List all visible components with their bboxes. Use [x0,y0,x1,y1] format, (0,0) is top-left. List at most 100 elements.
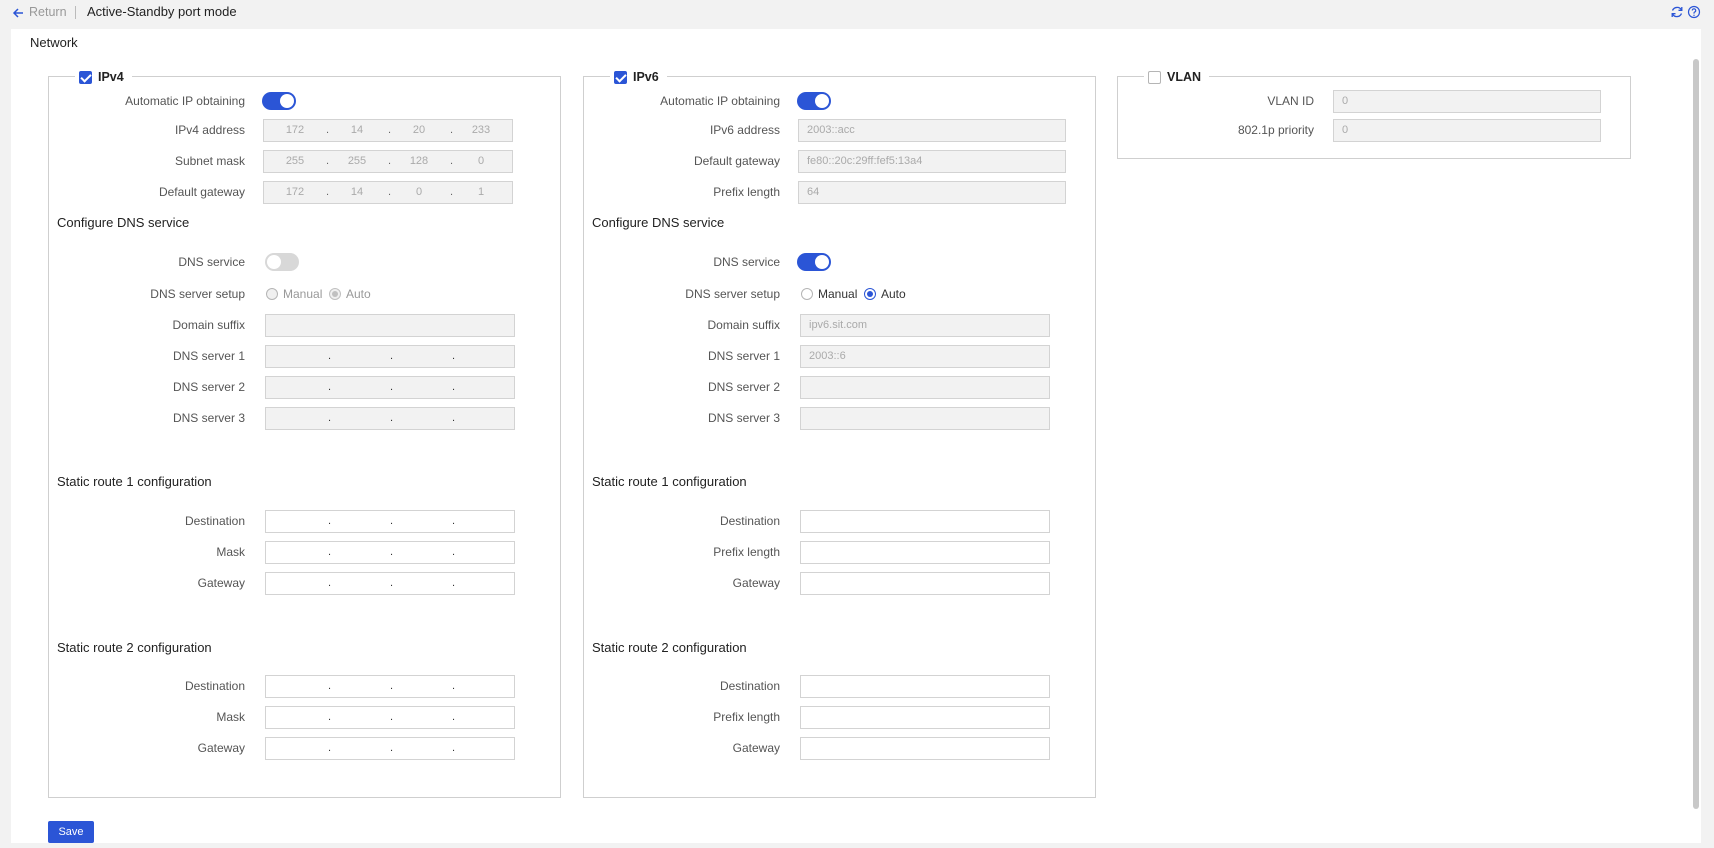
refresh-icon[interactable] [1670,5,1684,19]
ipv6-auto-ip-label: Automatic IP obtaining [660,94,780,108]
ipv6-dns-auto-radio[interactable]: Auto [864,283,906,305]
ipv4-dns1-input[interactable]: ... [265,345,515,368]
ipv4-route2-title: Static route 2 configuration [57,640,212,655]
ipv6-route1-gw-label: Gateway [732,576,780,590]
ipv6-route2-prefix-label: Prefix length [713,710,780,724]
ipv4-address-input[interactable]: 172. 14. 20. 233 [263,119,513,142]
ipv4-route2-mask-label: Mask [216,710,245,724]
ipv4-gateway-input[interactable]: 172. 14. 0. 1 [263,181,513,204]
ipv4-domain-suffix-input[interactable] [265,314,515,337]
vlan-priority-input[interactable]: 0 [1333,119,1601,142]
ipv6-gateway-label: Default gateway [693,154,780,168]
ipv4-auto-ip-toggle[interactable] [262,92,296,110]
ipv6-route2-gw-input[interactable] [800,737,1050,760]
vlan-id-input[interactable]: 0 [1333,90,1601,113]
ipv4-dns-service-label: DNS service [178,255,245,269]
ipv4-route2-mask-input[interactable]: ... [265,706,515,729]
ipv6-dns-service-label: DNS service [713,255,780,269]
ipv6-prefix-label: Prefix length [713,185,780,199]
ipv4-route1-title: Static route 1 configuration [57,474,212,489]
ipv4-checkbox[interactable] [79,70,92,84]
ipv6-dns-setup-label: DNS server setup [685,287,780,301]
ipv4-dns-section-title: Configure DNS service [57,215,190,230]
ipv4-dns-setup-label: DNS server setup [150,287,245,301]
ipv4-dns1-label: DNS server 1 [172,349,245,363]
ipv6-address-label: IPv6 address [709,123,780,137]
ipv6-route2-dest-input[interactable] [800,675,1050,698]
ipv6-route1-dest-input[interactable] [800,510,1050,533]
subnet-mask-label: Subnet mask [174,154,245,168]
ipv6-dns-service-toggle[interactable] [797,253,831,271]
save-button[interactable]: Save [48,821,94,843]
return-link[interactable]: Return [29,5,67,19]
vlan-id-label: VLAN ID [1267,94,1314,108]
ipv4-route2-dest-input[interactable]: ... [265,675,515,698]
ipv4-legend: IPv4 [75,68,132,86]
ipv6-dns3-label: DNS server 3 [707,411,780,425]
ipv4-route1-mask-label: Mask [216,545,245,559]
ipv6-route1-gw-input[interactable] [800,572,1050,595]
ipv4-fieldset: IPv4 Automatic IP obtaining IPv4 address… [48,68,561,798]
ipv4-route2-dest-label: Destination [184,679,245,693]
ipv4-dns2-label: DNS server 2 [172,380,245,394]
arrow-left-icon[interactable] [11,6,25,20]
ipv4-address-label: IPv4 address [174,123,245,137]
ipv6-route2-gw-label: Gateway [732,741,780,755]
vlan-legend: VLAN [1144,68,1210,86]
ipv6-dns-section-title: Configure DNS service [592,215,725,230]
ipv4-dns3-input[interactable]: ... [265,407,515,430]
ipv6-route1-title: Static route 1 configuration [592,474,747,489]
ipv4-route1-dest-label: Destination [184,514,245,528]
vlan-checkbox[interactable] [1148,70,1161,84]
ipv6-auto-ip-toggle[interactable] [797,92,831,110]
subnet-mask-input[interactable]: 255. 255. 128. 0 [263,150,513,173]
vlan-legend-label: VLAN [1167,70,1202,84]
ipv4-gateway-label: Default gateway [158,185,245,199]
ipv6-legend: IPv6 [610,68,667,86]
ipv4-dns-manual-radio[interactable]: Manual [266,283,322,305]
ipv6-dns3-input[interactable] [800,407,1050,430]
ipv6-address-input[interactable]: 2003::acc [798,119,1066,142]
vlan-priority-label: 802.1p priority [1237,123,1314,137]
ipv4-legend-label: IPv4 [98,70,124,84]
scrollbar-thumb[interactable] [1693,59,1699,809]
ipv6-prefix-input[interactable]: 64 [798,181,1066,204]
ipv6-fieldset: IPv6 Automatic IP obtaining IPv6 address… [583,68,1096,798]
divider [75,6,76,19]
main-panel: Network IPv4 Automatic IP obtaining IPv4… [11,29,1701,843]
ipv6-dns2-input[interactable] [800,376,1050,399]
ipv6-dns1-label: DNS server 1 [707,349,780,363]
ipv4-dns-auto-radio[interactable]: Auto [329,283,371,305]
vlan-fieldset: VLAN VLAN ID 0 802.1p priority 0 [1117,68,1631,159]
ipv4-dns2-input[interactable]: ... [265,376,515,399]
vertical-scrollbar[interactable] [1691,29,1701,843]
ipv6-gateway-input[interactable]: fe80::20c:29ff:fef5:13a4 [798,150,1066,173]
help-icon[interactable] [1687,5,1701,19]
ipv6-domain-suffix-label: Domain suffix [707,318,780,332]
ipv4-route1-dest-input[interactable]: ... [265,510,515,533]
ipv6-checkbox[interactable] [614,70,627,84]
top-bar: Return Active-Standby port mode [0,0,1714,26]
ipv6-route2-prefix-input[interactable] [800,706,1050,729]
ipv6-dns2-label: DNS server 2 [707,380,780,394]
ipv6-route2-dest-label: Destination [719,679,780,693]
ipv6-dns-manual-radio[interactable]: Manual [801,283,857,305]
ipv4-route2-gw-input[interactable]: ... [265,737,515,760]
ipv4-route1-gw-label: Gateway [197,576,245,590]
network-heading: Network [30,35,78,50]
ipv6-route1-prefix-label: Prefix length [713,545,780,559]
ipv4-dns3-label: DNS server 3 [172,411,245,425]
ipv6-legend-label: IPv6 [633,70,659,84]
auto-ip-label: Automatic IP obtaining [125,94,245,108]
ipv4-route1-gw-input[interactable]: ... [265,572,515,595]
ipv4-dns-service-toggle[interactable] [265,253,299,271]
page-title: Active-Standby port mode [87,4,237,19]
ipv4-domain-suffix-label: Domain suffix [172,318,245,332]
ipv4-route2-gw-label: Gateway [197,741,245,755]
ipv6-route1-prefix-input[interactable] [800,541,1050,564]
ipv6-dns1-input[interactable]: 2003::6 [800,345,1050,368]
ipv6-route2-title: Static route 2 configuration [592,640,747,655]
ipv6-route1-dest-label: Destination [719,514,780,528]
ipv6-domain-suffix-input[interactable]: ipv6.sit.com [800,314,1050,337]
ipv4-route1-mask-input[interactable]: ... [265,541,515,564]
